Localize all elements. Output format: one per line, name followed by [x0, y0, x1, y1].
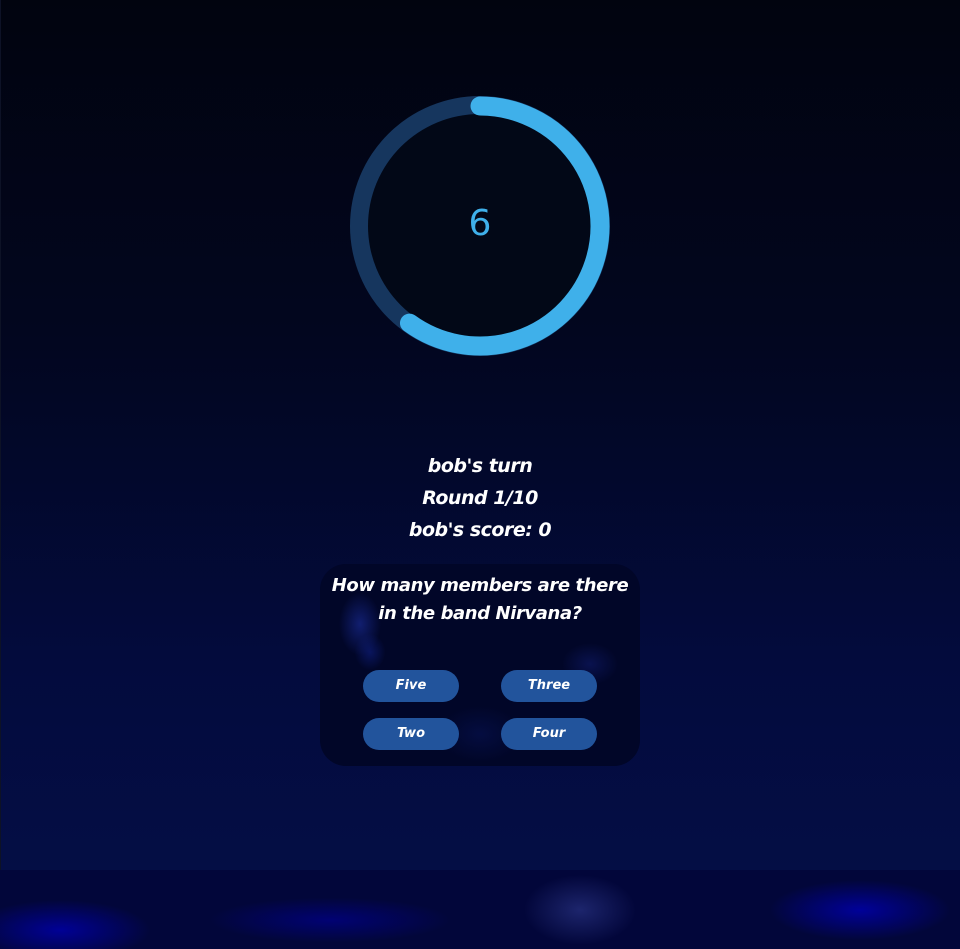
- round-label: Round 1/10: [422, 487, 538, 509]
- turn-label: bob's turn: [427, 455, 533, 477]
- answer-button-five[interactable]: Five: [363, 670, 459, 702]
- answer-button-two[interactable]: Two: [363, 718, 459, 750]
- countdown-timer: 6: [340, 86, 620, 366]
- footer-background-image: [0, 870, 960, 949]
- answer-button-four[interactable]: Four: [501, 718, 597, 750]
- question-card: How many members are there in the band N…: [320, 564, 640, 766]
- question-text: How many members are there in the band N…: [331, 575, 629, 624]
- timer-value: 6: [468, 203, 492, 244]
- game-status: bob's turn Round 1/10 bob's score: 0: [0, 450, 960, 546]
- score-label: bob's score: 0: [408, 519, 552, 541]
- answer-button-three[interactable]: Three: [501, 670, 597, 702]
- page-edge: [0, 0, 1, 870]
